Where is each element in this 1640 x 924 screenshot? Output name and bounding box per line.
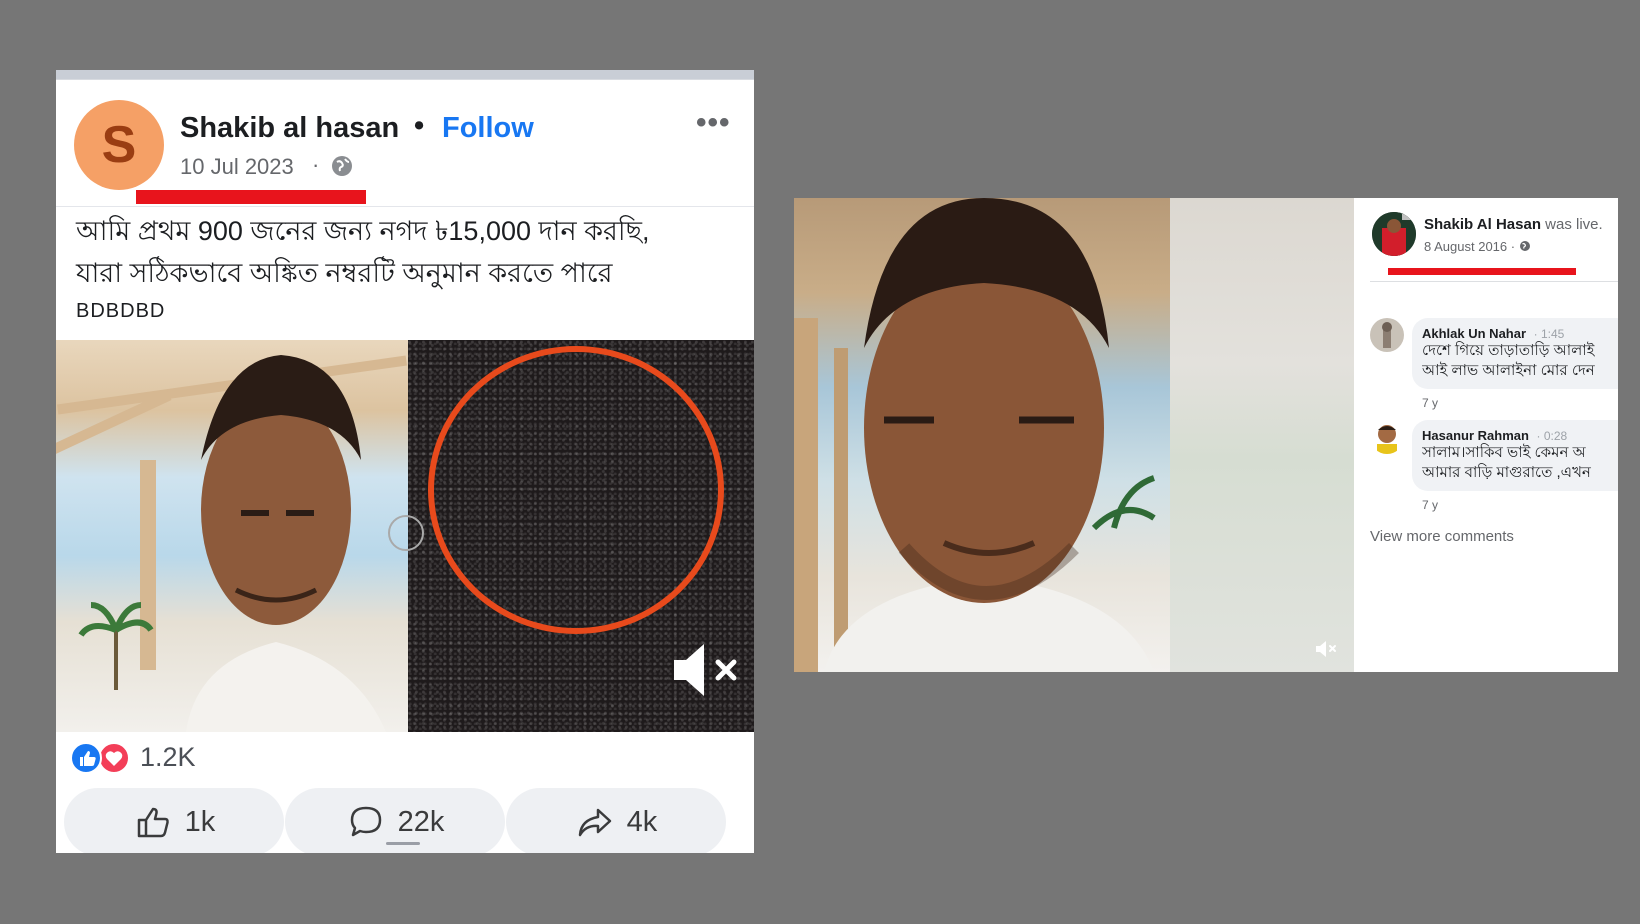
- post-tag: BDBDBD: [76, 300, 166, 322]
- post-date[interactable]: 10 Jul 2023: [180, 154, 294, 180]
- post-text: আমি প্রথম 900 জনের জন্য নগদ ৳15,000 দান …: [76, 210, 736, 294]
- comment-item: Akhlak Un Nahar · 1:45 দেশে গিয়ে তাড়াত…: [1370, 318, 1618, 410]
- thumb-up-icon: [137, 807, 169, 838]
- comment-count: 22k: [397, 805, 445, 838]
- person-photo: [56, 340, 408, 732]
- reactions-summary[interactable]: 1.2K: [70, 740, 370, 776]
- share-count: 4k: [626, 805, 658, 838]
- like-button[interactable]: 1k: [64, 788, 284, 853]
- globe-icon: [1519, 241, 1530, 251]
- avatar[interactable]: [1370, 420, 1404, 454]
- comment-text-line-2: আই লাভ আলাইনা মোর দেন: [1422, 362, 1595, 379]
- comment-bubble: Hasanur Rahman · 0:28 সালাম।সাকিব ভাই কে…: [1412, 420, 1618, 491]
- post-date-row: 8 August 2016 ·: [1424, 239, 1531, 254]
- comment-text-line-1: দেশে গিয়ে তাড়াতাড়ি আলাই: [1422, 342, 1595, 359]
- comment-text-line-1: সালাম।সাকিব ভাই কেমন অ: [1422, 444, 1586, 461]
- date-separator: ·: [312, 152, 320, 177]
- left-post-card: S Shakib al hasan • Follow ••• 10 Jul 20…: [56, 70, 754, 853]
- author-name[interactable]: Shakib al hasan: [180, 112, 399, 145]
- mute-icon[interactable]: [670, 640, 740, 700]
- comment-item: Hasanur Rahman · 0:28 সালাম।সাকিব ভাই কে…: [1370, 420, 1618, 512]
- share-icon: [578, 808, 611, 837]
- post-text-line-2: যারা সঠিকভাবে অঙ্কিত নম্বরটি অনুমান করতে…: [76, 258, 613, 288]
- like-icon: [70, 742, 102, 774]
- right-live-post: Shakib Al Hasan was live. 8 August 2016 …: [794, 198, 1618, 672]
- video-frame: [794, 198, 1170, 672]
- video-blur-panel: [1170, 198, 1354, 672]
- comment-bubble: Akhlak Un Nahar · 1:45 দেশে গিয়ে তাড়াত…: [1412, 318, 1618, 389]
- comment-timestamp[interactable]: · 1:45: [1534, 327, 1565, 341]
- live-header: Shakib Al Hasan was live.: [1424, 216, 1603, 233]
- date-highlight-underline: [136, 190, 366, 204]
- divider: [1370, 281, 1618, 282]
- share-button[interactable]: 4k: [506, 788, 726, 853]
- home-indicator: [386, 842, 420, 845]
- love-icon: [98, 742, 130, 774]
- globe-icon: [332, 156, 352, 176]
- live-video[interactable]: [794, 198, 1354, 672]
- like-count: 1k: [184, 805, 216, 838]
- circle-annotation: [428, 346, 724, 634]
- post-media[interactable]: [56, 340, 754, 732]
- avatar-letter: S: [101, 116, 137, 174]
- comment-author-row: Akhlak Un Nahar · 1:45: [1422, 326, 1618, 341]
- comment-author-row: Hasanur Rahman · 0:28: [1422, 428, 1618, 443]
- mute-icon[interactable]: [1314, 638, 1338, 660]
- post-text-line-1: আমি প্রথম 900 জনের জন্য নগদ ৳15,000 দান …: [76, 216, 650, 246]
- comment-author[interactable]: Hasanur Rahman: [1422, 428, 1529, 443]
- comment-timestamp[interactable]: · 0:28: [1537, 429, 1568, 443]
- more-options-icon[interactable]: •••: [696, 106, 731, 140]
- top-bar: [56, 70, 754, 80]
- post-date[interactable]: 8 August 2016 ·: [1424, 239, 1515, 254]
- comment-age[interactable]: 7 y: [1422, 498, 1438, 512]
- comment-age[interactable]: 7 y: [1422, 396, 1438, 410]
- comment-text-line-2: আমার বাড়ি মাগুরাতে ,এখন: [1422, 464, 1591, 481]
- compare-slider-handle[interactable]: [388, 515, 424, 551]
- follow-button[interactable]: Follow: [442, 112, 534, 145]
- avatar[interactable]: [1372, 212, 1416, 256]
- date-highlight-underline: [1388, 268, 1576, 275]
- avatar[interactable]: S: [74, 100, 164, 190]
- author-name[interactable]: Shakib Al Hasan: [1424, 216, 1541, 233]
- comment-author[interactable]: Akhlak Un Nahar: [1422, 326, 1526, 341]
- divider: [56, 206, 754, 207]
- live-status: was live.: [1545, 216, 1603, 233]
- comment-icon: [350, 806, 381, 837]
- name-separator: •: [414, 110, 425, 142]
- reaction-count: 1.2K: [140, 742, 196, 772]
- view-more-comments-link[interactable]: View more comments: [1370, 528, 1514, 545]
- avatar[interactable]: [1370, 318, 1404, 352]
